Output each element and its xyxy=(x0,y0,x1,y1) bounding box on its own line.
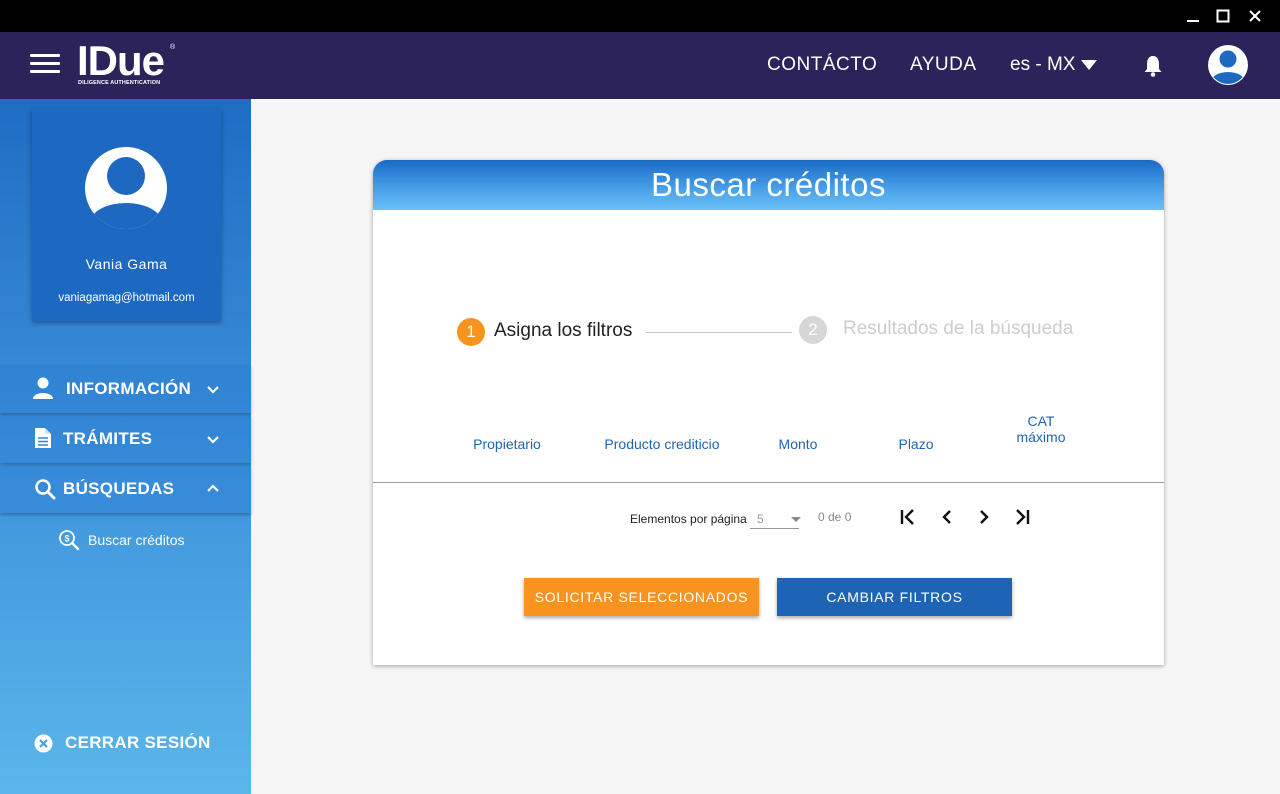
logout-label: CERRAR SESIÓN xyxy=(65,733,211,752)
sidebar-item-label: INFORMACIÓN xyxy=(66,379,192,398)
logo-text: IDue xyxy=(77,37,165,84)
column-header-propietario[interactable]: Propietario xyxy=(457,436,557,452)
sidebar-item-tramites[interactable]: TRÁMITES xyxy=(0,415,251,463)
change-filters-button[interactable]: CAMBIAR FILTROS xyxy=(777,578,1012,616)
profile-email: vaniagamag@hotmail.com xyxy=(58,292,195,304)
logo-registered-mark: ® xyxy=(170,44,176,51)
step-2-label: Resultados de la búsqueda xyxy=(843,318,1074,339)
user-icon xyxy=(33,377,53,399)
hamburger-menu-icon[interactable] xyxy=(30,54,60,78)
column-header-producto[interactable]: Producto crediticio xyxy=(592,436,732,452)
svg-text:$: $ xyxy=(64,534,69,544)
sidebar-item-busquedas[interactable]: BÚSQUEDAS xyxy=(0,465,251,513)
user-avatar-icon[interactable] xyxy=(1207,44,1249,86)
chevron-down-icon xyxy=(207,386,219,394)
logout-button[interactable]: CERRAR SESIÓN xyxy=(34,733,211,753)
request-selected-button[interactable]: SOLICITAR SELECCIONADOS xyxy=(524,578,759,616)
nav-help-link[interactable]: AYUDA xyxy=(910,54,977,76)
nav-contact-link[interactable]: CONTÁCTO xyxy=(767,54,877,76)
chevron-up-icon xyxy=(207,484,219,492)
table-divider xyxy=(373,482,1164,483)
close-circle-icon xyxy=(34,734,53,752)
chevron-down-icon xyxy=(207,436,219,444)
step-1-label: Asigna los filtros xyxy=(494,320,633,341)
document-icon xyxy=(35,428,51,448)
step-2-indicator: 2 xyxy=(799,316,827,344)
items-per-page-value: 5 xyxy=(757,512,764,526)
minimize-button[interactable] xyxy=(1182,6,1204,26)
close-window-button[interactable] xyxy=(1244,6,1266,26)
close-icon xyxy=(1249,10,1261,22)
maximize-button[interactable] xyxy=(1212,6,1234,26)
sidebar-item-informacion[interactable]: INFORMACIÓN xyxy=(0,365,251,413)
step-1-indicator: 1 xyxy=(457,318,485,346)
sidebar-item-label: BÚSQUEDAS xyxy=(63,479,175,498)
submenu-item-label: Buscar créditos xyxy=(88,532,185,548)
profile-name: Vania Gama xyxy=(85,256,168,272)
caret-down-icon xyxy=(1081,60,1098,70)
chevron-left-icon xyxy=(942,510,951,524)
bell-icon[interactable] xyxy=(1142,54,1164,78)
select-arrow-icon xyxy=(791,517,801,522)
app-header: IDue ® DILIGENCE AUTHENTICATION CONTÁCTO… xyxy=(0,32,1280,99)
chevron-right-icon xyxy=(980,510,989,524)
maximize-icon xyxy=(1216,9,1230,23)
page-title: Buscar créditos xyxy=(651,166,886,203)
next-page-button[interactable] xyxy=(972,505,996,529)
sidebar: Vania Gama vaniagamag@hotmail.com INFORM… xyxy=(0,99,251,794)
logo: IDue ® DILIGENCE AUTHENTICATION xyxy=(77,37,187,90)
first-page-button[interactable] xyxy=(896,505,920,529)
logo-subtitle: DILIGENCE AUTHENTICATION xyxy=(78,80,161,86)
minimize-icon xyxy=(1187,20,1199,22)
previous-page-button[interactable] xyxy=(935,505,959,529)
items-per-page-select[interactable]: 5 xyxy=(750,510,801,529)
stepper-connector xyxy=(646,332,792,333)
search-credits-card: Buscar créditos 1 Asigna los filtros 2 R… xyxy=(373,160,1164,665)
last-page-icon xyxy=(1016,509,1030,525)
first-page-icon xyxy=(900,509,914,525)
window-title-bar xyxy=(0,0,1280,32)
profile-avatar-icon xyxy=(85,147,167,229)
column-header-cat-maximo[interactable]: CAT máximo xyxy=(1006,413,1076,445)
search-icon xyxy=(35,479,56,500)
items-per-page-label: Elementos por página xyxy=(630,512,747,526)
search-dollar-icon: $ xyxy=(59,530,80,551)
pagination-range: 0 de 0 xyxy=(818,510,852,524)
profile-card: Vania Gama vaniagamag@hotmail.com xyxy=(32,109,221,321)
sidebar-item-label: TRÁMITES xyxy=(63,429,153,448)
submenu-item-buscar-creditos[interactable]: $ Buscar créditos xyxy=(58,529,184,551)
card-header: Buscar créditos xyxy=(373,160,1164,210)
last-page-button[interactable] xyxy=(1010,505,1034,529)
language-selector[interactable]: es - MX xyxy=(1010,54,1098,76)
column-header-monto[interactable]: Monto xyxy=(768,436,828,452)
column-header-plazo[interactable]: Plazo xyxy=(886,436,946,452)
language-label: es - MX xyxy=(1010,54,1076,75)
